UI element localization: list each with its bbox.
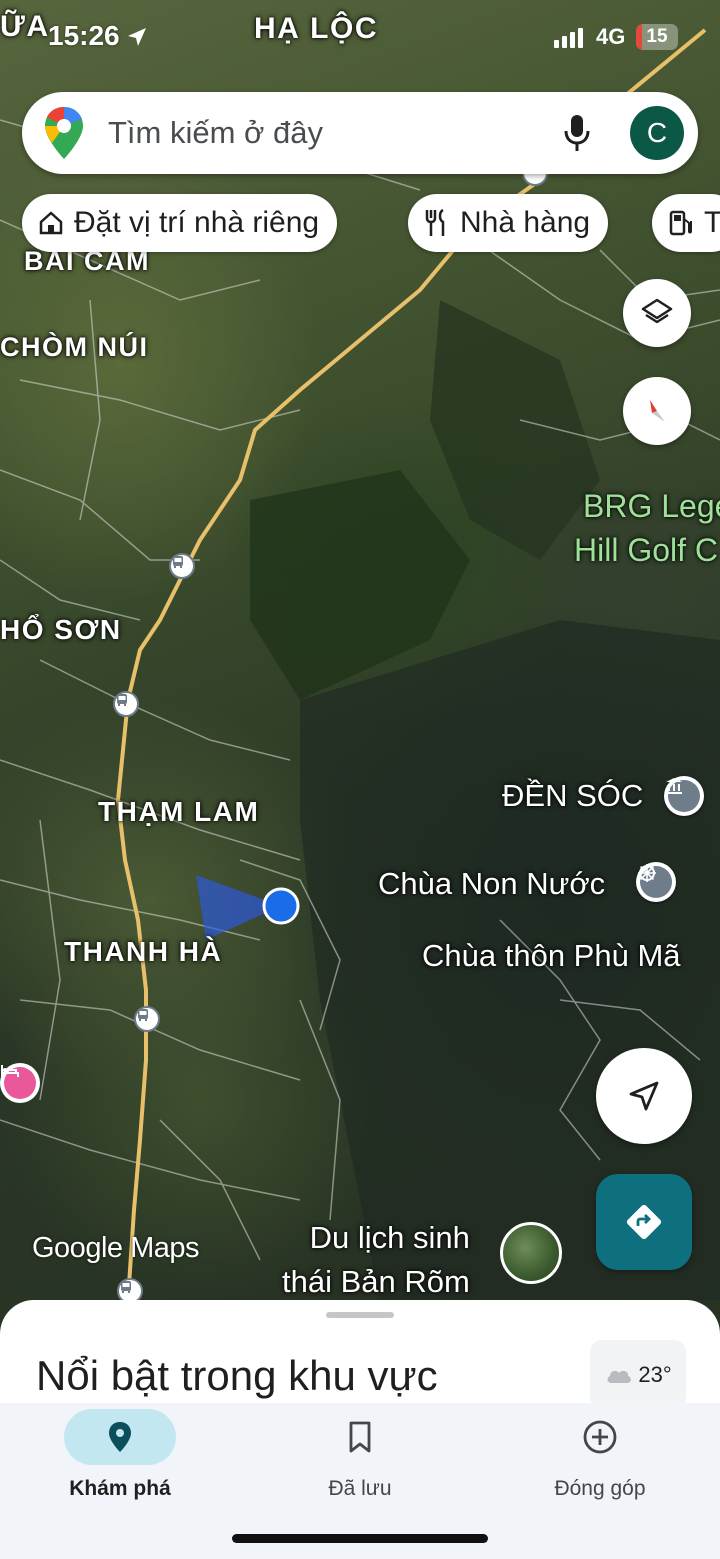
dharma-wheel-icon (638, 864, 672, 898)
nav-contribute-icon-wrap (544, 1409, 656, 1465)
home-indicator[interactable] (232, 1534, 488, 1543)
weather-chip[interactable]: 23° (590, 1340, 686, 1410)
sheet-drag-handle[interactable] (326, 1312, 394, 1318)
du-lich-line1: Du lịch sinh (309, 1220, 470, 1255)
navigation-arrow-icon (629, 1081, 659, 1111)
chip-restaurants[interactable]: Nhà hàng (408, 194, 609, 252)
gas-station-icon (669, 210, 692, 236)
place-label-chua-thon-phu-ma[interactable]: Chùa thôn Phù Mã (422, 938, 681, 974)
explore-pin-icon (109, 1422, 131, 1452)
compass-button[interactable] (623, 377, 691, 445)
hotel-pin[interactable] (0, 1063, 40, 1103)
golf-course-label[interactable]: BRG Lege Hill Golf C (574, 484, 720, 572)
chip-gas[interactable]: T (652, 194, 720, 252)
nav-explore-label: Khám phá (69, 1477, 171, 1500)
museum-icon (666, 778, 700, 812)
home-icon (39, 211, 63, 235)
area-label-ho-son: HỔ SƠN (0, 614, 122, 645)
maps-pin-logo (45, 107, 83, 159)
search-bar[interactable]: Tìm kiếm ở đây C (22, 92, 698, 174)
location-arrow-icon (128, 28, 146, 46)
network-type: 4G (596, 24, 626, 49)
bus-stop-icon[interactable] (134, 1006, 160, 1032)
golf-label-line1: BRG Lege (583, 488, 720, 524)
bus-stop-icon[interactable] (169, 553, 195, 579)
bookmark-icon (349, 1421, 371, 1453)
search-input[interactable]: Tìm kiếm ở đây (108, 115, 562, 151)
place-label-den-soc[interactable]: ĐỀN SÓC (502, 778, 643, 814)
chip-restaurants-label: Nhà hàng (460, 206, 591, 239)
directions-icon (626, 1204, 662, 1240)
add-circle-icon (583, 1420, 617, 1454)
category-chips: Đặt vị trí nhà riêng Nhà hàng T (22, 194, 720, 252)
weather-temperature: 23° (638, 1362, 672, 1387)
nav-saved-icon-wrap (304, 1409, 416, 1465)
mic-icon[interactable] (562, 111, 592, 155)
cloud-icon (607, 1370, 632, 1383)
layers-icon (641, 298, 673, 324)
status-time: 15:26 (48, 20, 120, 51)
chip-set-home[interactable]: Đặt vị trí nhà riêng (22, 194, 338, 252)
du-lich-photo-pin[interactable] (500, 1222, 562, 1284)
directions-button[interactable] (596, 1174, 692, 1270)
layers-button[interactable] (623, 279, 691, 347)
google-maps-attribution: Google Maps (32, 1232, 200, 1264)
battery-icon: 15 (636, 24, 678, 50)
den-soc-pin[interactable] (664, 776, 704, 816)
nav-saved-label: Đã lưu (328, 1477, 392, 1500)
du-lich-line2: thái Bản Rõm (282, 1264, 470, 1299)
sheet-title: Nổi bật trong khu vực (36, 1352, 438, 1399)
nav-contribute-label: Đóng góp (554, 1477, 646, 1500)
bed-icon (1, 1065, 36, 1099)
area-label-tham-lam: THẠM LAM (98, 796, 260, 827)
bus-stop-icon[interactable] (113, 691, 139, 717)
area-label-thanh-ha: THANH HÀ (64, 936, 223, 967)
status-bar: 15:26 4G 15 (0, 0, 720, 80)
chua-non-nuoc-pin[interactable] (636, 862, 676, 902)
signal-icon (554, 28, 583, 48)
nav-explore[interactable]: Khám phá (40, 1409, 200, 1519)
area-label-chom-nui: CHÒM NÚI (0, 332, 149, 362)
account-avatar[interactable]: C (630, 106, 684, 160)
compass-icon (650, 400, 665, 422)
chip-gas-label: T (704, 206, 720, 239)
battery-level-text: 15 (646, 26, 668, 47)
restaurant-icon (425, 208, 445, 236)
place-label-du-lich[interactable]: Du lịch sinh thái Bản Rõm (282, 1216, 470, 1304)
nav-contribute[interactable]: Đóng góp (520, 1409, 680, 1519)
nav-saved[interactable]: Đã lưu (280, 1409, 440, 1519)
golf-label-line2: Hill Golf C (574, 532, 719, 568)
nav-explore-icon-wrap (64, 1409, 176, 1465)
place-label-chua-non-nuoc[interactable]: Chùa Non Nước (378, 866, 605, 902)
chip-set-home-label: Đặt vị trí nhà riêng (74, 206, 320, 239)
my-location-button[interactable] (596, 1048, 692, 1144)
